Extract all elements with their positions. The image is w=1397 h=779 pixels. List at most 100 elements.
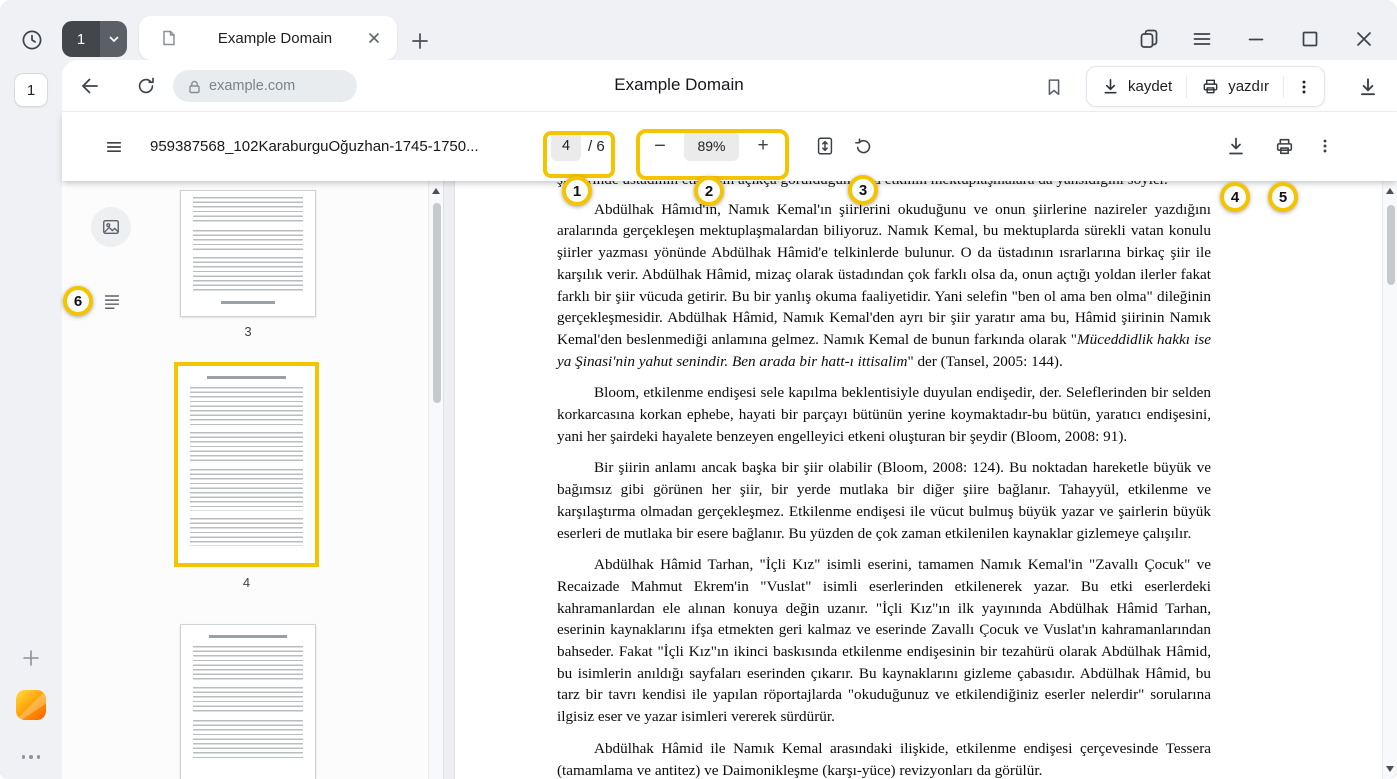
scroll-up-arrow[interactable] (432, 188, 440, 194)
reload-button[interactable] (132, 72, 160, 100)
window-titlebar: 1 Example Domain (0, 0, 1397, 60)
history-clock-button[interactable] (14, 22, 50, 58)
maximize-icon (1298, 27, 1322, 51)
thumbnail-text-lines (221, 301, 275, 304)
fit-to-page-button[interactable] (809, 130, 841, 162)
panel-divider (443, 181, 455, 779)
pdf-download-button[interactable] (1220, 130, 1252, 162)
rail-more-button[interactable] (16, 750, 46, 764)
hamburger-icon (104, 137, 124, 157)
browser-menu-button[interactable] (1186, 23, 1218, 55)
rotate-button[interactable] (847, 130, 879, 162)
pdf-toolbar: 959387568_102KaraburguOğuzhan-1745-1750.… (62, 112, 1397, 181)
left-rail: 1 (0, 60, 62, 779)
scroll-down-arrow[interactable] (1386, 766, 1394, 772)
thumbnail-text-lines (193, 646, 303, 680)
thumbnail-text-lines (207, 376, 286, 379)
plus-icon (20, 647, 42, 669)
page-actions-menu-button[interactable] (1284, 67, 1324, 106)
bookmark-button[interactable] (1040, 73, 1068, 101)
close-window-button[interactable] (1348, 23, 1380, 55)
plus-icon (409, 30, 431, 52)
zoom-out-button[interactable]: − (645, 131, 675, 161)
kebab-icon (1295, 78, 1313, 96)
pdf-thumbnail-panel: 3 4 (62, 181, 443, 779)
print-button[interactable]: yazdır (1187, 67, 1283, 106)
back-arrow-icon (78, 74, 102, 98)
thumbnail-text-lines (190, 518, 303, 546)
page-favicon-icon (159, 29, 177, 47)
page-title: Example Domain (614, 75, 743, 95)
scroll-up-arrow[interactable] (1386, 188, 1394, 194)
pdf-page-view: şiirlerinde üstadının etkisinin açıkça g… (455, 181, 1382, 779)
outline-list-icon (102, 291, 122, 311)
navigation-bar: example.com Example Domain kaydet yazdır (62, 60, 1397, 112)
document-scrollbar (1382, 181, 1397, 779)
outline-view-button[interactable] (98, 287, 126, 315)
thumbnail-page-3[interactable] (180, 190, 316, 317)
pdf-menu-button[interactable] (1309, 130, 1341, 162)
tab-close-icon[interactable] (363, 27, 385, 49)
assistant-logo-icon[interactable] (16, 690, 46, 720)
scrollbar-thumb[interactable] (433, 203, 441, 403)
pdf-print-button[interactable] (1268, 130, 1300, 162)
thumbnail-page-5[interactable] (180, 624, 316, 779)
rail-tab-badge[interactable]: 1 (14, 73, 48, 107)
rotate-icon (853, 136, 874, 157)
kebab-icon (1316, 137, 1334, 155)
url-text: example.com (209, 78, 295, 94)
minimize-button[interactable] (1240, 23, 1272, 55)
rail-add-button[interactable] (17, 644, 45, 672)
thumbnail-view-button[interactable] (91, 207, 131, 247)
thumbnail-text-lines (190, 469, 303, 511)
reload-icon (135, 75, 157, 97)
address-bar[interactable]: example.com (173, 70, 357, 102)
thumbnail-text-lines (193, 197, 303, 223)
clock-icon (20, 28, 44, 52)
thumbnail-label-4: 4 (174, 575, 319, 590)
save-button[interactable]: kaydet (1087, 67, 1186, 106)
new-tab-button[interactable] (404, 25, 436, 57)
thumbnail-text-lines (193, 230, 303, 250)
paragraph: Bir şiirin anlamı ancak başka bir şiir o… (557, 457, 1211, 544)
tab-group[interactable]: 1 (62, 21, 127, 57)
thumbnail-page-4-selected[interactable] (174, 362, 319, 567)
pdf-page-text: şiirlerinde üstadının etkisinin açıkça g… (557, 181, 1211, 779)
close-icon (1352, 27, 1376, 51)
chevron-down-icon[interactable] (100, 21, 127, 57)
paragraph: Abdülhak Hâmid Tarhan, "İçli Kız" isimli… (557, 554, 1211, 728)
pdf-sidebar-toggle-button[interactable] (98, 131, 130, 163)
printer-icon (1274, 136, 1295, 157)
paragraph: Abdülhak Hâmid ile Namık Kemal arasındak… (557, 738, 1211, 779)
thumbnail-text-lines (190, 387, 303, 425)
tab-group-count: 1 (62, 21, 100, 57)
thumbnail-label-3: 3 (180, 324, 316, 339)
browser-tab[interactable]: Example Domain (139, 16, 397, 60)
print-label: yazdır (1228, 78, 1269, 95)
back-button[interactable] (76, 72, 104, 100)
hamburger-icon (1190, 27, 1214, 51)
bookmark-icon (1043, 76, 1065, 98)
download-icon (1101, 77, 1120, 96)
pdf-filename: 959387568_102KaraburguOğuzhan-1745-1750.… (150, 112, 538, 181)
downloads-button[interactable] (1354, 73, 1382, 101)
thumbnail-text-lines (193, 720, 303, 760)
thumbnail-scrollbar (428, 181, 443, 779)
paragraph: Bloom, etkilenme endişesi sele kapılma b… (557, 382, 1211, 447)
paragraph-clipped: şiirlerinde üstadının etkisinin açıkça g… (557, 181, 1211, 191)
collections-button[interactable] (1133, 23, 1165, 55)
page-number-input[interactable]: 4 (551, 131, 581, 161)
lock-icon (187, 79, 202, 94)
thumbnail-text-lines (193, 687, 303, 713)
browser-window: 1 Example Domain (0, 0, 1397, 779)
zoom-in-button[interactable]: + (748, 131, 778, 161)
downloads-icon (1357, 76, 1379, 98)
maximize-button[interactable] (1294, 23, 1326, 55)
zoom-level-display: 89% (684, 131, 739, 161)
paragraph-text: " der (Tansel, 2005: 144). (907, 353, 1062, 370)
image-icon (101, 217, 121, 237)
page-total-label: / 6 (588, 112, 605, 181)
thumbnail-text-lines (209, 635, 287, 638)
fit-page-icon (814, 135, 836, 157)
scrollbar-thumb[interactable] (1387, 205, 1395, 285)
